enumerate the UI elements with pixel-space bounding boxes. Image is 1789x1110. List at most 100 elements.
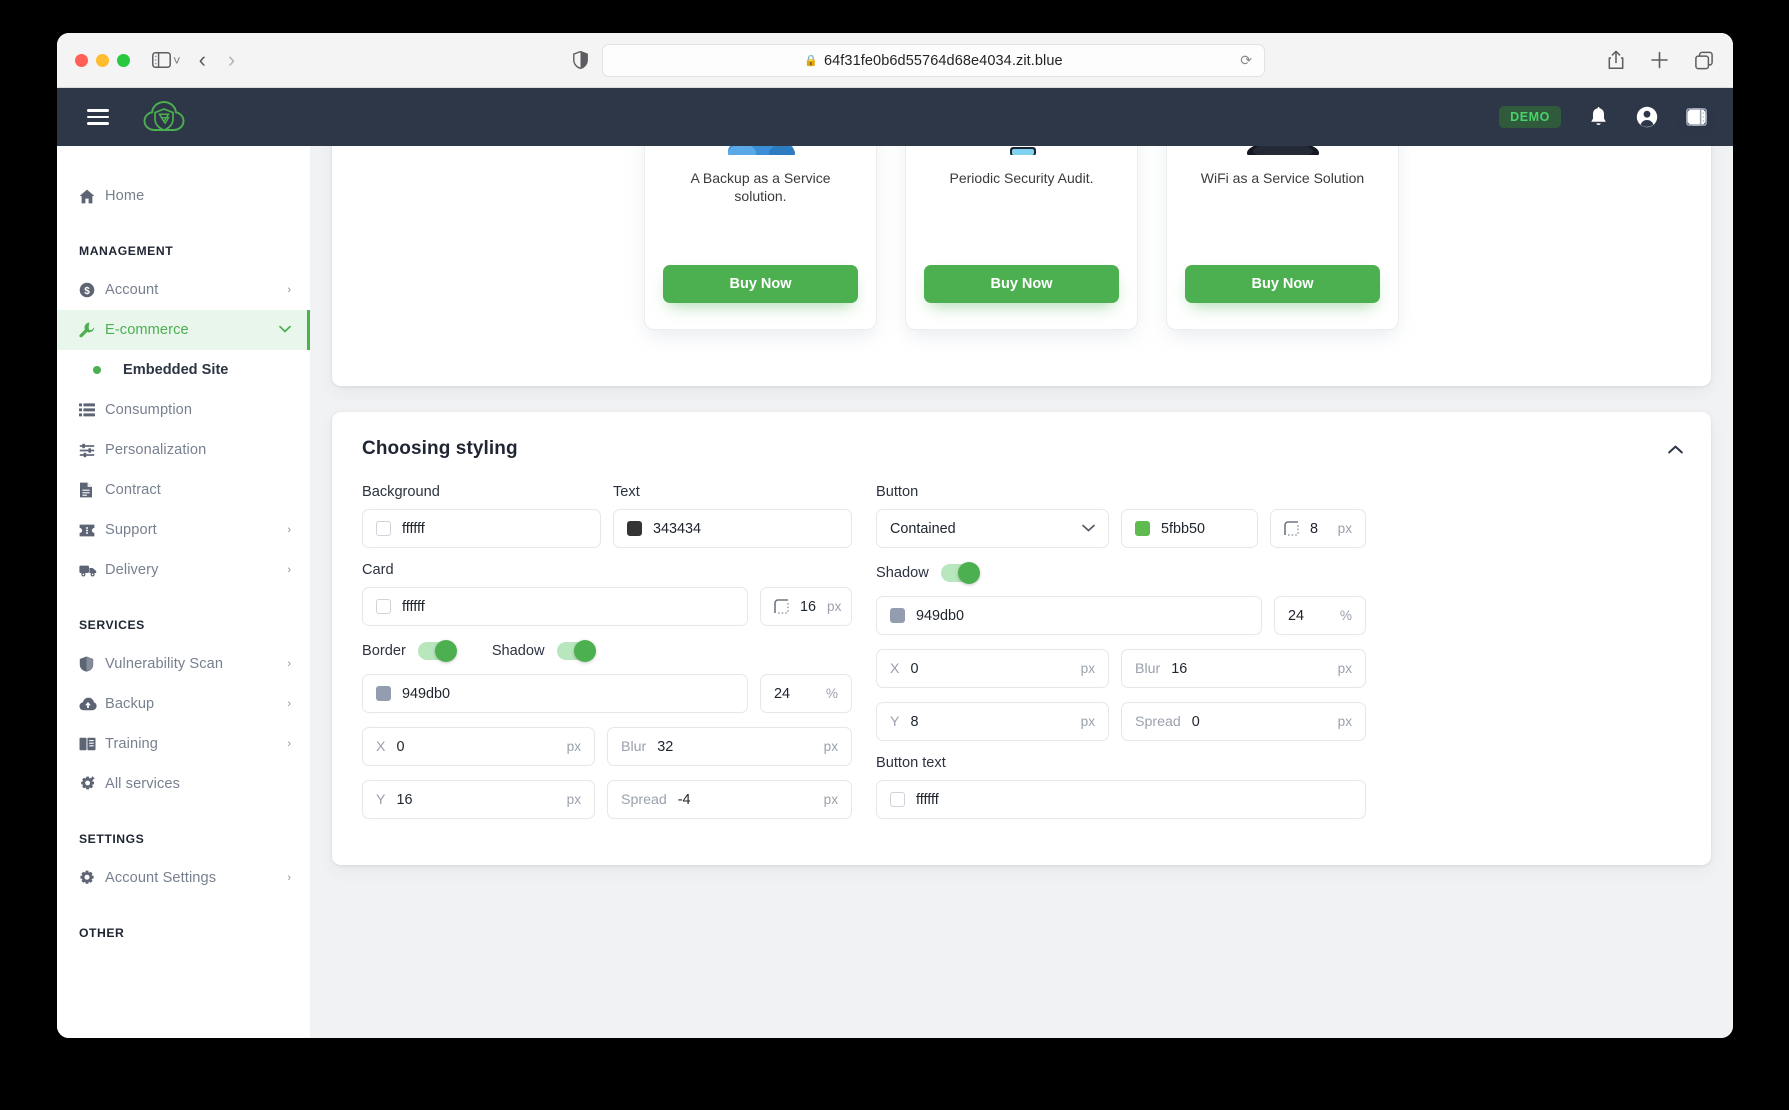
document-icon: [79, 482, 105, 498]
sidebar-item-contract[interactable]: Contract: [57, 470, 310, 510]
card-shadow-y-input[interactable]: Y 16 px: [362, 780, 595, 819]
card-shadow-opacity-input[interactable]: 24 %: [760, 674, 852, 713]
text-color-value: 343434: [653, 520, 702, 537]
sidebar-item-account[interactable]: $ Account ›: [57, 270, 310, 310]
chevron-right-icon: ›: [287, 524, 291, 536]
close-window-button[interactable]: [75, 53, 88, 67]
card-radius-input[interactable]: 16 px: [760, 587, 852, 626]
color-swatch-icon[interactable]: [376, 521, 391, 536]
cloud-shield-logo[interactable]: [143, 100, 185, 134]
sidebar-item-training[interactable]: Training ›: [57, 724, 310, 764]
tab-overview-icon[interactable]: [1695, 51, 1713, 69]
button-shadow-opacity-input[interactable]: 24 %: [1274, 596, 1366, 635]
maximize-window-button[interactable]: [117, 53, 130, 67]
button-shadow-y-input[interactable]: Y 8 px: [876, 702, 1109, 741]
buy-now-button[interactable]: Buy Now: [663, 265, 858, 303]
address-bar[interactable]: 🔒 64f31fe0b6d55764d68e4034.zit.blue ⟳: [602, 44, 1265, 77]
card-shadow-toggle[interactable]: [556, 640, 596, 662]
url-text: 64f31fe0b6d55764d68e4034.zit.blue: [823, 52, 1063, 69]
card-shadow-opacity-value: 24: [774, 685, 791, 702]
embedded-site-preview: A Backup as a Service solution. Buy Now …: [332, 146, 1711, 386]
card-shadow-color-row: 949db0 24 %: [362, 674, 852, 713]
header-actions: DEMO: [1499, 106, 1707, 128]
card-shadow-x-unit: px: [566, 739, 581, 754]
color-swatch-icon[interactable]: [627, 521, 642, 536]
card-shadow-xblur-row: X 0 px Blur 32 px: [362, 727, 852, 766]
button-shadow-y-unit: px: [1080, 714, 1095, 729]
plus-icon[interactable]: [1651, 51, 1668, 69]
sidebar-toggle-icon[interactable]: [152, 52, 171, 68]
button-shadow-x-input[interactable]: X 0 px: [876, 649, 1109, 688]
card-shadow-spread-unit: px: [823, 792, 838, 807]
button-shadow-color-input[interactable]: 949db0: [876, 596, 1262, 635]
user-account-icon[interactable]: [1636, 106, 1658, 128]
sidebar-item-all-services[interactable]: All services: [57, 764, 310, 804]
chevron-right-icon: ›: [287, 564, 291, 576]
buy-now-button[interactable]: Buy Now: [924, 265, 1119, 303]
color-swatch-icon[interactable]: [1135, 521, 1150, 536]
sidebar-subitem-embedded-site[interactable]: Embedded Site: [57, 350, 310, 390]
share-icon[interactable]: [1608, 50, 1624, 70]
color-swatch-icon[interactable]: [890, 792, 905, 807]
card-shadow-x-input[interactable]: X 0 px: [362, 727, 595, 766]
sidebar-item-personalization[interactable]: Personalization: [57, 430, 310, 470]
forward-chevron-icon[interactable]: ›: [228, 49, 235, 71]
sidebar-item-backup[interactable]: Backup ›: [57, 684, 310, 724]
sidebar-item-account-settings[interactable]: Account Settings ›: [57, 858, 310, 898]
color-swatch-icon[interactable]: [376, 686, 391, 701]
styling-form: Background ffffff Text 343434 Card fffff…: [362, 484, 1681, 833]
card-color-input[interactable]: ffffff: [362, 587, 748, 626]
button-shadow-x-label: X: [890, 660, 900, 677]
choosing-styling-panel: Choosing styling Background ffffff Text …: [332, 412, 1711, 865]
sidebar-item-home[interactable]: Home: [57, 176, 310, 216]
privacy-shield-icon[interactable]: [573, 51, 588, 69]
sidebar-item-e-commerce[interactable]: E-commerce: [57, 310, 310, 350]
product-description: A Backup as a Service solution.: [690, 170, 831, 205]
color-swatch-icon[interactable]: [890, 608, 905, 623]
sidebar-dropdown-chevron-icon[interactable]: ˅: [173, 53, 181, 68]
home-icon: [79, 189, 105, 204]
button-variant-select[interactable]: Contained: [876, 509, 1109, 548]
button-radius-input[interactable]: 8 px: [1270, 509, 1366, 548]
button-shadow-blur-label: Blur: [1135, 660, 1161, 677]
sidebar-item-support[interactable]: Support ›: [57, 510, 310, 550]
button-shadow-blur-input[interactable]: Blur 16 px: [1121, 649, 1366, 688]
button-text-color-value: ffffff: [916, 791, 939, 808]
card-shadow-spread-input[interactable]: Spread -4 px: [607, 780, 852, 819]
notification-bell-icon[interactable]: [1589, 106, 1608, 128]
buy-now-button[interactable]: Buy Now: [1185, 265, 1380, 303]
window-traffic-lights: [75, 53, 130, 67]
text-color-input[interactable]: 343434: [613, 509, 852, 548]
sidebar-item-label: Consumption: [105, 402, 193, 418]
button-variant-value: Contained: [890, 520, 956, 537]
card-shadow-blur-input[interactable]: Blur 32 px: [607, 727, 852, 766]
button-shadow-spread-input[interactable]: Spread 0 px: [1121, 702, 1366, 741]
back-chevron-icon[interactable]: ‹: [199, 49, 206, 71]
button-text-color-input[interactable]: ffffff: [876, 780, 1366, 819]
card-shadow-y-value: 16: [396, 791, 413, 808]
page-title: Choosing styling: [362, 438, 518, 459]
card-shadow-color-input[interactable]: 949db0: [362, 674, 748, 713]
card-toggles-row: Border Shadow: [362, 640, 852, 662]
styling-left-column: Background ffffff Text 343434 Card fffff…: [362, 484, 852, 833]
minimize-window-button[interactable]: [96, 53, 109, 67]
reload-icon[interactable]: ⟳: [1240, 52, 1252, 69]
sidebar-item-consumption[interactable]: Consumption: [57, 390, 310, 430]
border-radius-icon: [1284, 521, 1299, 536]
chevron-up-icon[interactable]: [1668, 442, 1683, 457]
sidebar-item-delivery[interactable]: Delivery ›: [57, 550, 310, 590]
card-border-toggle[interactable]: [417, 640, 457, 662]
background-color-input[interactable]: ffffff: [362, 509, 601, 548]
button-shadow-yspread-row: Y 8 px Spread 0 px: [876, 702, 1366, 741]
hamburger-icon[interactable]: [87, 109, 109, 125]
right-panel-icon[interactable]: [1686, 108, 1707, 126]
button-text-label: Button text: [876, 755, 946, 771]
button-color-input[interactable]: 5fbb50: [1121, 509, 1258, 548]
card-shadow-blur-unit: px: [823, 739, 838, 754]
button-shadow-blur-value: 16: [1171, 660, 1188, 677]
button-shadow-toggle[interactable]: [940, 562, 980, 584]
color-swatch-icon[interactable]: [376, 599, 391, 614]
sidebar-item-label: Support: [105, 522, 157, 538]
app-header: DEMO: [57, 88, 1733, 146]
sidebar-item-vulnerability-scan[interactable]: Vulnerability Scan ›: [57, 644, 310, 684]
